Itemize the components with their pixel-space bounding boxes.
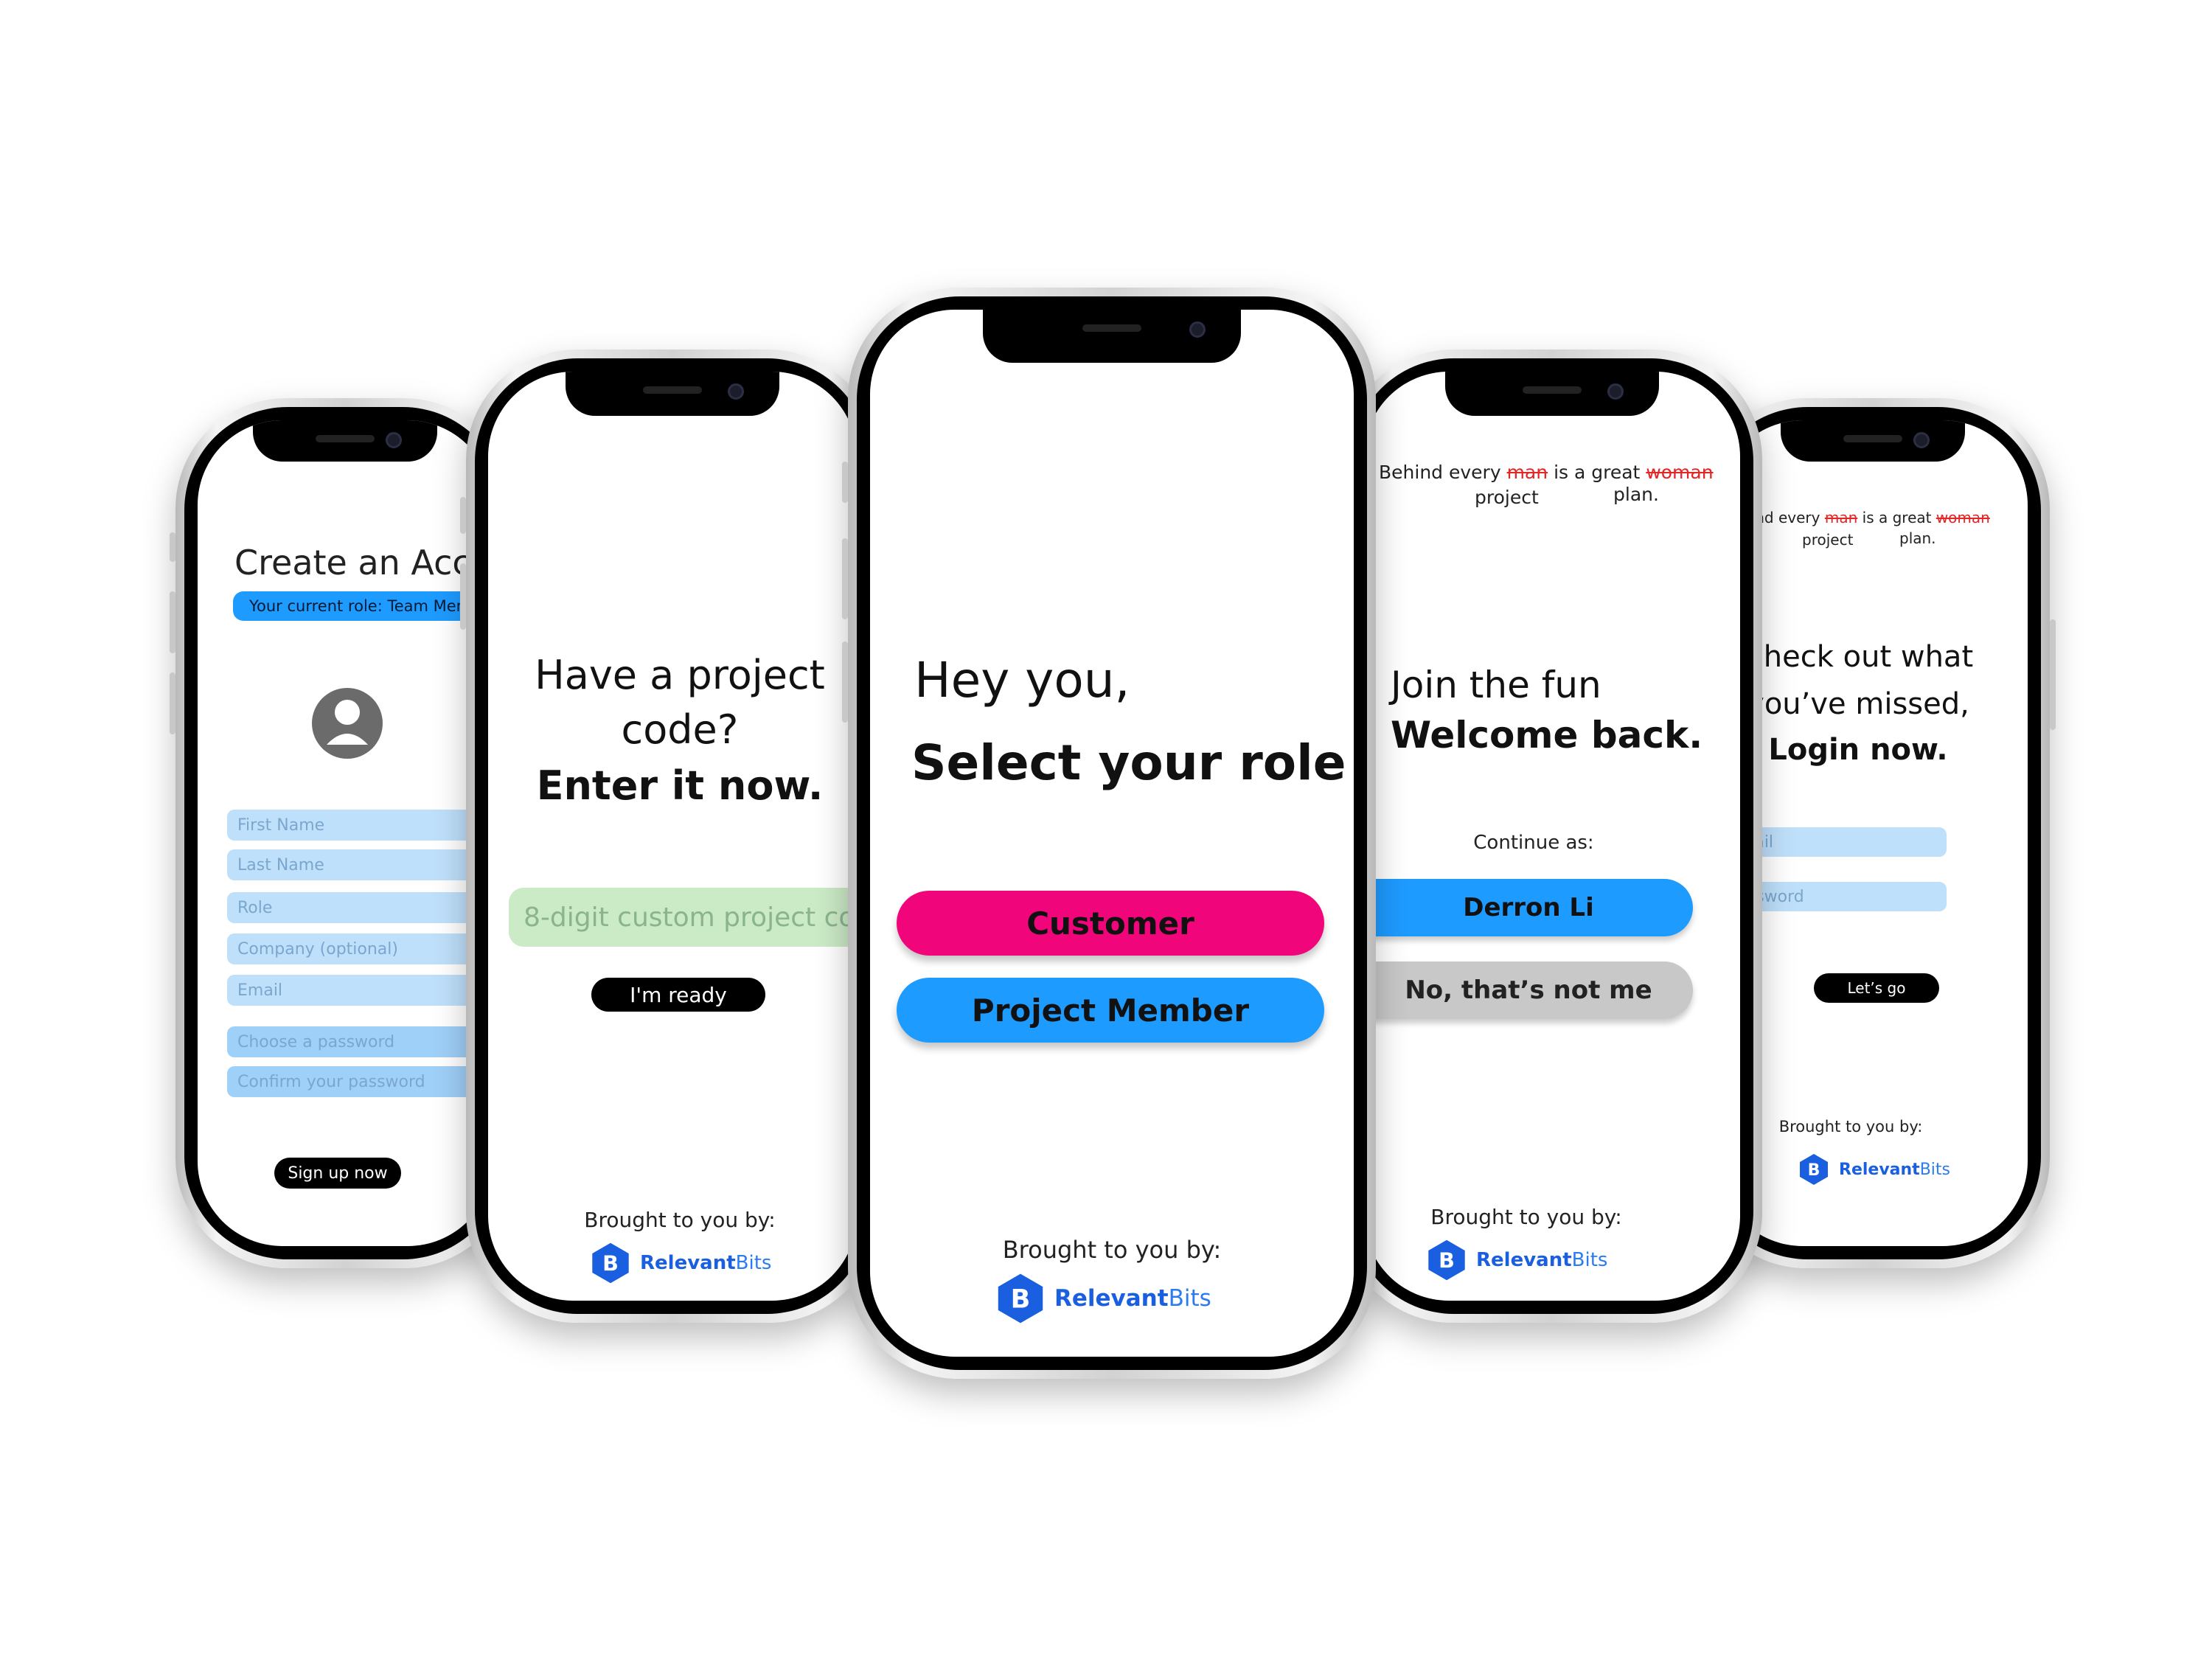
- page-title: Create an Account: [234, 543, 493, 582]
- first-name-field[interactable]: First Name: [227, 810, 493, 841]
- logo-text: Relevant: [1054, 1285, 1169, 1312]
- brought-by-label: Brought to you by:: [1778, 1118, 1923, 1135]
- phone-screen: Behind every man is a great woman projec…: [1718, 420, 2028, 1246]
- tagline-insert: plan.: [1899, 529, 1936, 547]
- volume-button: [842, 462, 848, 503]
- tagline-insert: plan.: [1613, 484, 1659, 505]
- logo-text: Relevant: [1476, 1249, 1572, 1271]
- volume-button: [170, 532, 175, 562]
- role-field[interactable]: Role: [227, 892, 493, 923]
- relevantbits-logo: B RelevantBits: [591, 1242, 771, 1284]
- project-member-button[interactable]: Project Member: [897, 978, 1324, 1043]
- choose-password-field[interactable]: Choose a password: [227, 1026, 493, 1057]
- tagline-struck-word: man: [1506, 462, 1548, 483]
- im-ready-button[interactable]: I'm ready: [591, 978, 765, 1012]
- volume-button: [170, 672, 175, 734]
- tagline-struck-word: woman: [1646, 462, 1714, 483]
- continue-as-label: Continue as:: [1473, 832, 1594, 854]
- heading-line: Have a project: [535, 652, 825, 698]
- volume-button: [842, 538, 848, 619]
- phone-screen: Create an Account Your current role: Tea…: [198, 420, 493, 1246]
- phone-mockup-project-code: Have a project code? Enter it now. 8-dig…: [460, 349, 879, 1323]
- tagline-struck-word: woman: [1935, 509, 1990, 526]
- logo-icon: B: [1799, 1153, 1829, 1186]
- logo-text: Relevant: [640, 1252, 736, 1274]
- greeting-text: Hey you,: [914, 652, 1130, 709]
- relevantbits-logo: B RelevantBits: [997, 1273, 1211, 1324]
- heading-line: Check out what: [1742, 640, 1974, 674]
- tagline-insert: project: [1475, 487, 1539, 508]
- last-name-field[interactable]: Last Name: [227, 849, 493, 880]
- email-field[interactable]: Email: [227, 975, 493, 1006]
- brought-by-label: Brought to you by:: [1430, 1205, 1622, 1229]
- tagline-struck-word: man: [1824, 509, 1858, 526]
- logo-text: Bits: [1571, 1249, 1608, 1271]
- continue-as-user-button[interactable]: Derron Li: [1364, 879, 1693, 936]
- phone-screen: Behind every man is a great woman projec…: [1364, 372, 1740, 1301]
- customer-button[interactable]: Customer: [897, 891, 1324, 956]
- relevantbits-logo: B RelevantBits: [1799, 1153, 1950, 1186]
- svg-text:B: B: [1011, 1285, 1031, 1315]
- svg-text:B: B: [602, 1251, 619, 1276]
- svg-text:B: B: [1439, 1248, 1455, 1273]
- page-title: Select your role: [911, 734, 1346, 791]
- volume-button: [460, 563, 466, 630]
- phone-screen: Have a project code? Enter it now. 8-dig…: [488, 372, 857, 1301]
- logo-text: Bits: [1919, 1160, 1950, 1179]
- phone-notch: [1445, 372, 1659, 416]
- volume-button: [170, 591, 175, 653]
- phone-notch: [253, 420, 437, 462]
- role-badge: Your current role: Team Member: [233, 591, 493, 621]
- tagline-text: is a great: [1862, 509, 1932, 526]
- tagline: Behind every man is a great woman: [1379, 462, 1714, 483]
- heading-bold: Welcome back.: [1391, 714, 1703, 757]
- logo-icon: B: [591, 1242, 630, 1284]
- logo-text: Bits: [735, 1252, 772, 1274]
- logo-icon: B: [1427, 1239, 1466, 1281]
- heading-line: code?: [621, 706, 739, 753]
- heading-bold: Enter it now.: [536, 762, 824, 809]
- svg-text:B: B: [1808, 1161, 1820, 1180]
- logo-icon: B: [997, 1273, 1044, 1324]
- brought-by-label: Brought to you by:: [584, 1208, 776, 1232]
- company-field[interactable]: Company (optional): [227, 933, 493, 964]
- tagline: Behind every man is a great woman: [1722, 509, 2017, 526]
- confirm-password-field[interactable]: Confirm your password: [227, 1066, 493, 1097]
- not-me-button[interactable]: No, that’s not me: [1364, 961, 1693, 1019]
- project-code-input[interactable]: 8-digit custom project code: [509, 888, 857, 947]
- volume-button: [460, 497, 466, 534]
- tagline-text: is a great: [1554, 462, 1641, 483]
- logo-text: Relevant: [1839, 1160, 1920, 1179]
- phone-notch: [566, 372, 779, 416]
- heading-line: Join the fun: [1391, 664, 1601, 706]
- power-button: [2050, 619, 2056, 730]
- phone-notch: [1781, 420, 1965, 462]
- brought-by-label: Brought to you by:: [1002, 1236, 1222, 1264]
- tagline-insert: project: [1802, 531, 1854, 549]
- volume-button: [842, 641, 848, 723]
- relevantbits-logo: B RelevantBits: [1427, 1239, 1607, 1281]
- user-avatar-icon: [312, 674, 383, 773]
- phone-notch: [983, 310, 1241, 363]
- phone-mockup-welcome-back: Behind every man is a great woman projec…: [1342, 349, 1762, 1323]
- lets-go-button[interactable]: Let’s go: [1814, 973, 1939, 1003]
- sign-up-button[interactable]: Sign up now: [274, 1158, 401, 1189]
- tagline-text: Behind every: [1379, 462, 1501, 483]
- logo-text: Bits: [1168, 1285, 1211, 1312]
- heading-line: you’ve missed,: [1747, 687, 1969, 721]
- phone-screen: Hey you, Select your role Customer Proje…: [870, 310, 1354, 1357]
- heading-bold: Login now.: [1768, 733, 1948, 767]
- phone-mockup-select-role: Hey you, Select your role Customer Proje…: [842, 288, 1376, 1379]
